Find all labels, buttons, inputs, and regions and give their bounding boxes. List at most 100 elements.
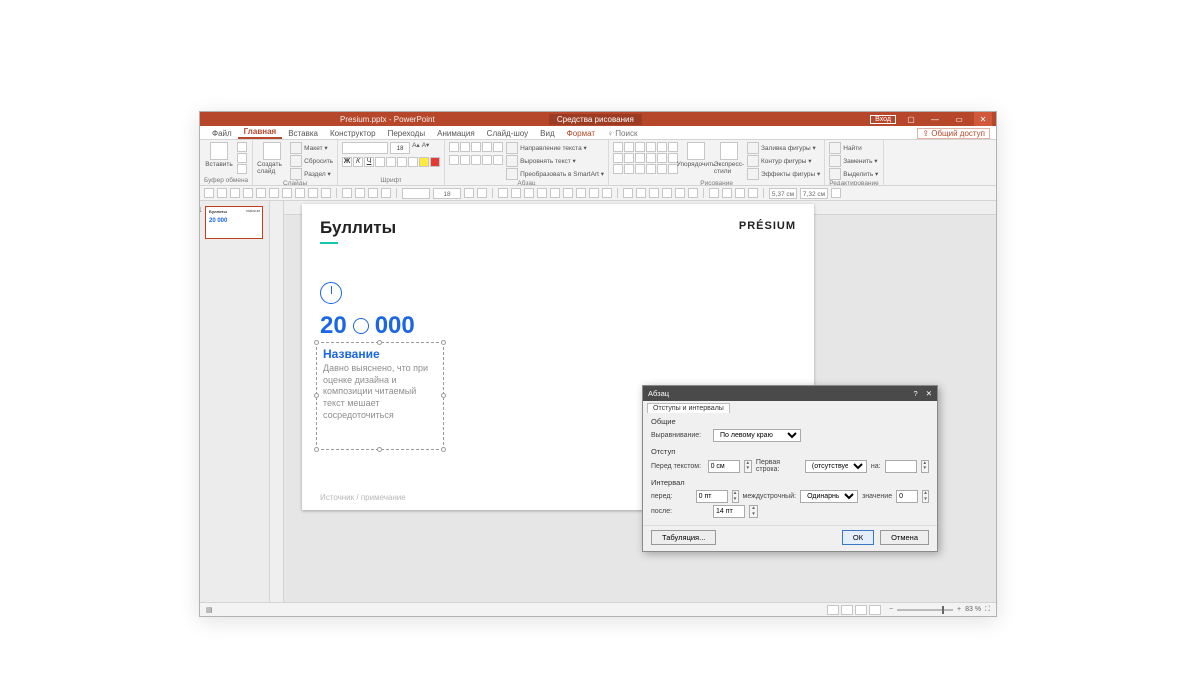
qat-icon[interactable] <box>550 188 560 198</box>
char-spacing-icon[interactable] <box>397 157 407 167</box>
quick-styles-button[interactable]: Экспресс-стили <box>714 142 744 175</box>
select-dropdown[interactable]: Выделить ▾ <box>829 168 878 180</box>
zoom-out-icon[interactable]: − <box>889 606 893 613</box>
share-button[interactable]: ⇪ Общий доступ <box>917 128 990 139</box>
first-line-select[interactable]: (отсутствует) <box>805 460 867 473</box>
line-spacing-icon[interactable] <box>493 142 503 152</box>
qat-icon[interactable] <box>308 188 318 198</box>
qat-icon[interactable] <box>537 188 547 198</box>
decrease-indent-icon[interactable] <box>471 142 481 152</box>
dialog-tab-indents[interactable]: Отступы и интервалы <box>647 403 730 413</box>
copy-icon[interactable] <box>237 153 247 163</box>
align-right-icon[interactable] <box>471 155 481 165</box>
ok-button[interactable]: ОК <box>842 530 874 545</box>
grow-font-icon[interactable]: A▴ <box>412 142 420 154</box>
tabs-button[interactable]: Табуляция... <box>651 530 716 545</box>
qat-icon[interactable] <box>563 188 573 198</box>
qat-icon[interactable] <box>623 188 633 198</box>
qat-icon[interactable] <box>204 188 214 198</box>
qat-font[interactable] <box>402 188 430 199</box>
qat-icon[interactable] <box>230 188 240 198</box>
spacing-after-input[interactable] <box>713 505 745 518</box>
spinner[interactable]: ▴▾ <box>921 460 929 473</box>
zoom-percent[interactable]: 83 % <box>965 606 981 613</box>
qat-icon[interactable] <box>464 188 474 198</box>
change-case-icon[interactable] <box>408 157 418 167</box>
zoom-in-icon[interactable]: + <box>957 606 961 613</box>
font-size-input[interactable]: 18 <box>390 142 410 154</box>
qat-icon[interactable] <box>722 188 732 198</box>
replace-dropdown[interactable]: Заменить ▾ <box>829 155 878 167</box>
italic-icon[interactable]: К <box>353 157 363 167</box>
tab-animations[interactable]: Анимация <box>431 128 481 139</box>
strikethrough-icon[interactable] <box>386 157 396 167</box>
section-dropdown[interactable]: Раздел ▾ <box>290 168 333 180</box>
dialog-close-icon[interactable]: ✕ <box>926 389 932 398</box>
underline-icon[interactable]: Ч <box>364 157 374 167</box>
tab-transitions[interactable]: Переходы <box>382 128 432 139</box>
spacing-before-input[interactable] <box>696 490 728 503</box>
justify-icon[interactable] <box>482 155 492 165</box>
qat-icon[interactable] <box>524 188 534 198</box>
line-spacing-at-input[interactable] <box>896 490 918 503</box>
increase-indent-icon[interactable] <box>482 142 492 152</box>
qat-icon[interactable] <box>342 188 352 198</box>
first-line-on-input[interactable] <box>885 460 917 473</box>
status-notes-icon[interactable]: ▤ <box>206 606 213 614</box>
minimize-icon[interactable]: — <box>926 112 944 126</box>
cut-icon[interactable] <box>237 142 247 152</box>
shape-outline-dropdown[interactable]: Контур фигуры ▾ <box>747 155 820 167</box>
dialog-help-icon[interactable]: ? <box>914 389 918 398</box>
tab-home[interactable]: Главная <box>238 126 283 139</box>
tell-me-search[interactable]: ♀ Поиск <box>601 128 643 139</box>
qat-icon[interactable] <box>602 188 612 198</box>
fit-to-window-icon[interactable]: ⛶ <box>985 606 990 614</box>
qat-icon[interactable] <box>217 188 227 198</box>
numbering-icon[interactable] <box>460 142 470 152</box>
bullets-icon[interactable] <box>449 142 459 152</box>
shapes-gallery[interactable] <box>613 142 678 174</box>
view-normal-icon[interactable] <box>827 605 839 615</box>
qat-icon[interactable] <box>381 188 391 198</box>
tab-file[interactable]: Файл <box>206 128 238 139</box>
shadow-icon[interactable] <box>375 157 385 167</box>
spinner[interactable]: ▴▾ <box>749 505 758 518</box>
view-slideshow-icon[interactable] <box>869 605 881 615</box>
line-spacing-select[interactable]: Одинарный <box>800 490 858 503</box>
qat-icon[interactable] <box>256 188 266 198</box>
qat-icon[interactable] <box>735 188 745 198</box>
qat-icon[interactable] <box>282 188 292 198</box>
close-icon[interactable]: ✕ <box>974 112 992 126</box>
qat-icon[interactable] <box>269 188 279 198</box>
maximize-icon[interactable]: ▭ <box>950 112 968 126</box>
qat-icon[interactable] <box>368 188 378 198</box>
font-name-input[interactable] <box>342 142 388 154</box>
view-reading-icon[interactable] <box>855 605 867 615</box>
align-center-icon[interactable] <box>460 155 470 165</box>
convert-smartart-dropdown[interactable]: Преобразовать в SmartArt ▾ <box>506 168 604 180</box>
qat-icon[interactable] <box>576 188 586 198</box>
ribbon-options-icon[interactable]: ▢ <box>902 112 920 126</box>
qat-icon[interactable] <box>649 188 659 198</box>
new-slide-button[interactable]: Создать слайд <box>257 142 287 175</box>
qat-icon[interactable] <box>511 188 521 198</box>
font-highlight-icon[interactable] <box>419 157 429 167</box>
qat-icon[interactable] <box>675 188 685 198</box>
spinner[interactable]: ▴▾ <box>922 490 929 503</box>
tab-slideshow[interactable]: Слайд-шоу <box>481 128 534 139</box>
format-painter-icon[interactable] <box>237 164 247 174</box>
bold-icon[interactable]: Ж <box>342 157 352 167</box>
align-text-dropdown[interactable]: Выровнять текст ▾ <box>506 155 604 167</box>
find-button[interactable]: Найти <box>829 142 878 154</box>
spinner[interactable]: ▴▾ <box>732 490 739 503</box>
arrange-button[interactable]: Упорядочить <box>681 142 711 168</box>
zoom-slider[interactable] <box>897 609 953 611</box>
qat-icon[interactable] <box>243 188 253 198</box>
qat-icon[interactable] <box>589 188 599 198</box>
view-sorter-icon[interactable] <box>841 605 853 615</box>
alignment-select[interactable]: По левому краю <box>713 429 801 442</box>
before-text-input[interactable] <box>708 460 740 473</box>
layout-dropdown[interactable]: Макет ▾ <box>290 142 333 154</box>
qat-icon[interactable] <box>688 188 698 198</box>
qat-icon[interactable] <box>636 188 646 198</box>
